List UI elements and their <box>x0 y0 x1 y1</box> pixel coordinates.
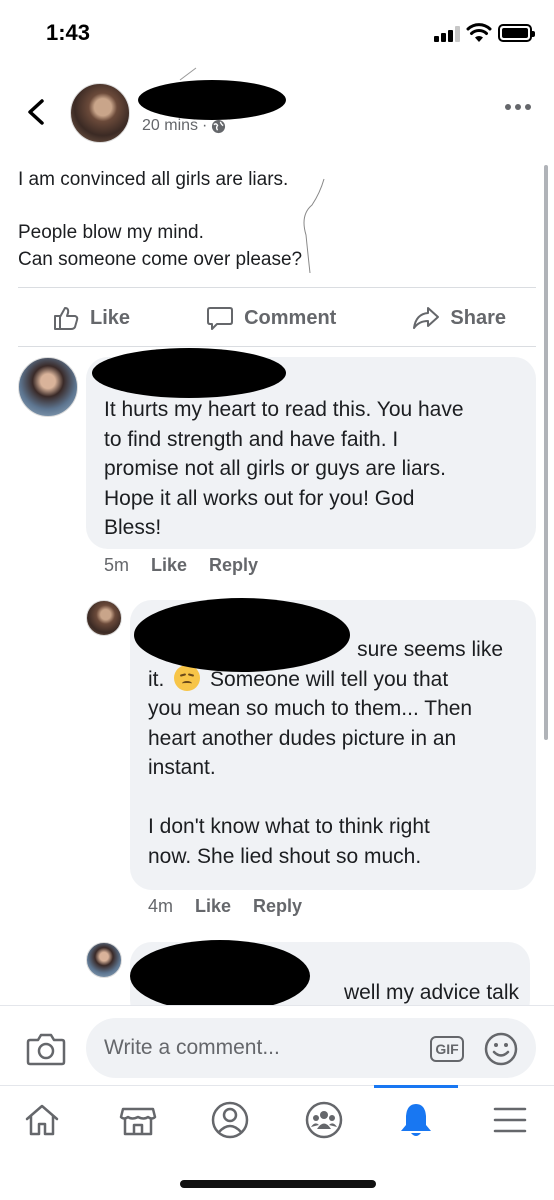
globe-public-icon <box>212 119 226 133</box>
post-actions: Like Comment Share <box>18 290 536 346</box>
reply-line: now. She lied shout so much. <box>148 844 422 868</box>
comment-time: 5m <box>104 555 130 575</box>
like-label: Like <box>90 306 131 329</box>
comment-reply-button[interactable]: Reply <box>209 555 258 576</box>
share-arrow-icon <box>413 307 440 329</box>
tab-groups[interactable] <box>304 1100 344 1140</box>
redacted-commenter-name <box>92 348 286 398</box>
reply-line: instant. <box>148 756 216 779</box>
share-button[interactable]: Share <box>412 304 506 332</box>
tab-notifications[interactable] <box>396 1100 436 1140</box>
reply-line: you mean so much to them... Then <box>148 697 473 720</box>
post-line: People blow my mind. <box>18 222 204 243</box>
reply-text: sure seems like it. Someone will tell yo… <box>148 635 533 871</box>
status-bar: 1:43 <box>0 0 554 66</box>
post-meta: 20 mins · <box>142 117 226 135</box>
home-icon <box>25 1104 59 1136</box>
tab-marketplace[interactable] <box>118 1100 158 1140</box>
reply-like-button[interactable]: Like <box>195 896 231 917</box>
tab-menu[interactable] <box>490 1100 530 1140</box>
notifications-bell-icon <box>401 1104 431 1136</box>
tab-home[interactable] <box>22 1100 62 1140</box>
camera-icon[interactable] <box>26 1030 66 1068</box>
emoji-smile-icon[interactable] <box>484 1032 518 1066</box>
thumbs-up-icon <box>54 307 79 330</box>
comment-text: It hurts my heart to read this. You have… <box>104 395 529 543</box>
active-tab-indicator <box>374 1085 458 1088</box>
tab-profile[interactable] <box>210 1100 250 1140</box>
menu-icon <box>493 1107 527 1133</box>
comment-label: Comment <box>244 306 337 329</box>
comment-meta: 5m Like Reply <box>104 555 258 576</box>
wifi-icon <box>466 23 492 42</box>
reply-line: well my advice talk <box>343 981 519 1004</box>
divider <box>18 346 536 347</box>
comment-bubble-icon <box>207 307 234 330</box>
home-indicator <box>180 1180 376 1188</box>
reply-meta: 4m Like Reply <box>148 896 302 917</box>
reply-line: I don't know what to think right <box>148 815 430 838</box>
comment-input[interactable] <box>86 1018 536 1078</box>
scrollbar[interactable] <box>544 165 548 740</box>
redacted-reply-author-name <box>134 598 350 672</box>
comment-line: Hope it all works out for you! God <box>104 486 415 510</box>
author-avatar[interactable] <box>70 83 130 143</box>
comment-button[interactable]: Comment <box>206 304 336 332</box>
gif-button[interactable]: GIF <box>430 1036 464 1062</box>
reply-author-avatar[interactable] <box>86 942 122 978</box>
comment-line: promise not all girls or guys are liars. <box>104 457 446 480</box>
cellular-signal-icon <box>434 26 462 42</box>
divider <box>18 287 536 288</box>
comment-line: to find strength and have faith. I <box>104 427 399 451</box>
comment-line: It hurts my heart to read this. You have <box>104 398 464 421</box>
reply-author-avatar[interactable] <box>86 600 122 636</box>
reply-time: 4m <box>148 896 174 916</box>
post-line: Can someone come over please? <box>18 249 303 270</box>
redacted-reply-author-name <box>130 940 310 1012</box>
post-body: I am convinced all girls are liars. Peop… <box>18 166 518 273</box>
post-timestamp: 20 mins <box>142 117 199 134</box>
reply-line: heart another dudes picture in an <box>148 726 457 750</box>
marketplace-icon <box>119 1107 157 1136</box>
comment-line: Bless! <box>104 516 162 539</box>
meta-separator: · <box>202 117 208 134</box>
battery-icon <box>498 24 535 42</box>
ink-mark <box>303 178 325 274</box>
post-line: I am convinced all girls are liars. <box>18 169 289 190</box>
commenter-avatar[interactable] <box>18 357 78 417</box>
more-options-icon[interactable] <box>504 102 532 112</box>
profile-icon <box>211 1101 249 1139</box>
reply-reply-button[interactable]: Reply <box>253 896 302 917</box>
status-time: 1:43 <box>46 20 91 45</box>
back-arrow-icon[interactable] <box>24 97 48 127</box>
like-button[interactable]: Like <box>52 304 130 332</box>
bottom-tab-bar <box>0 1085 554 1155</box>
ink-mark <box>179 67 197 81</box>
redacted-author-name <box>138 80 286 120</box>
comment-like-button[interactable]: Like <box>151 555 187 576</box>
share-label: Share <box>450 306 506 329</box>
reply-line-text: it. <box>148 667 165 691</box>
comment-composer: GIF <box>0 1005 554 1085</box>
groups-icon <box>305 1101 343 1139</box>
